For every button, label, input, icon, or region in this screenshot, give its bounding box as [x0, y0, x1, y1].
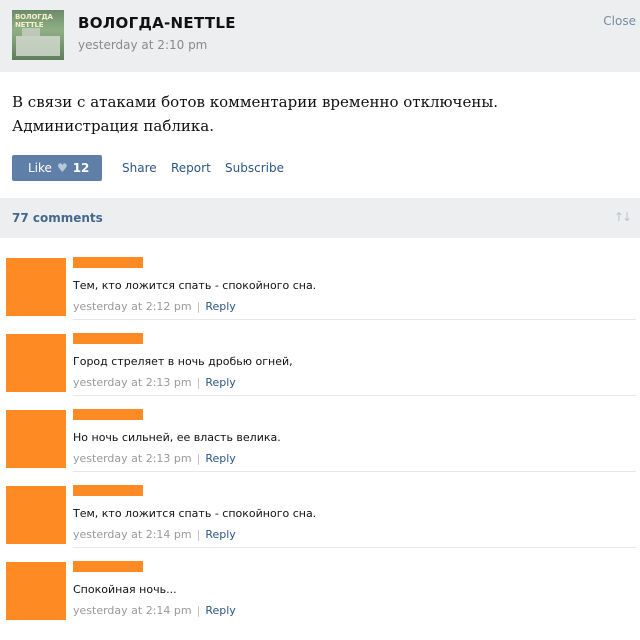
close-button[interactable]: Close [603, 14, 636, 28]
subscribe-link[interactable]: Subscribe [225, 161, 284, 175]
share-link[interactable]: Share [122, 161, 157, 175]
redacted-avatar[interactable] [6, 258, 66, 316]
reply-link[interactable]: Reply [205, 376, 235, 389]
meta-separator: | [196, 376, 201, 389]
comment-text: Город стреляет в ночь дробью огней, [73, 355, 293, 368]
comment-time[interactable]: yesterday at 2:13 pm [73, 452, 192, 465]
post-header: ВОЛОГДА NETTLE ВОЛОГДА-NETTLE yesterday … [0, 0, 640, 72]
like-button[interactable]: Like ♥ 12 [12, 155, 102, 181]
comment-item: Тем, кто ложится спать - спокойного сна.… [0, 244, 640, 320]
post-time[interactable]: yesterday at 2:10 pm [78, 38, 207, 52]
group-avatar[interactable]: ВОЛОГДА NETTLE [12, 10, 64, 60]
reply-link[interactable]: Reply [205, 528, 235, 541]
like-count: 12 [72, 161, 90, 175]
redacted-avatar[interactable] [6, 410, 66, 468]
comment-time[interactable]: yesterday at 2:12 pm [73, 300, 192, 313]
redacted-avatar[interactable] [6, 562, 66, 620]
comment-meta: yesterday at 2:14 pm | Reply [73, 528, 236, 541]
comment-meta: yesterday at 2:13 pm | Reply [73, 452, 236, 465]
post-text: В связи с атаками ботов комментарии врем… [12, 93, 499, 135]
comment-item: Город стреляет в ночь дробью огней, yest… [0, 320, 640, 396]
meta-separator: | [196, 604, 201, 617]
reply-link[interactable]: Reply [205, 604, 235, 617]
redacted-author-name[interactable] [73, 333, 143, 344]
heart-icon: ♥ [56, 161, 68, 175]
redacted-author-name[interactable] [73, 409, 143, 420]
redacted-avatar[interactable] [6, 334, 66, 392]
comment-time[interactable]: yesterday at 2:13 pm [73, 376, 192, 389]
comment-meta: yesterday at 2:13 pm | Reply [73, 376, 236, 389]
meta-separator: | [196, 452, 201, 465]
like-label: Like [28, 161, 52, 175]
redacted-avatar[interactable] [6, 486, 66, 544]
comment-text: Спокойная ночь... [73, 583, 177, 596]
comment-text: Но ночь сильней, ее власть велика. [73, 431, 281, 444]
avatar-logo-text: ВОЛОГДА NETTLE [15, 13, 53, 29]
redacted-author-name[interactable] [73, 257, 143, 268]
reply-link[interactable]: Reply [205, 300, 235, 313]
comment-text: Тем, кто ложится спать - спокойного сна. [73, 279, 317, 292]
comments-bar: 77 comments ↑↓ [0, 198, 640, 238]
meta-separator: | [196, 300, 201, 313]
comments-count[interactable]: 77 comments [12, 211, 103, 225]
comment-time[interactable]: yesterday at 2:14 pm [73, 528, 192, 541]
group-name[interactable]: ВОЛОГДА-NETTLE [78, 14, 236, 32]
sort-icon[interactable]: ↑↓ [614, 210, 632, 224]
comment-text: Тем, кто ложится спать - спокойного сна. [73, 507, 317, 520]
comment-item: Спокойная ночь... yesterday at 2:14 pm | R… [0, 548, 640, 624]
comment-time[interactable]: yesterday at 2:14 pm [73, 604, 192, 617]
report-link[interactable]: Report [171, 161, 211, 175]
meta-separator: | [196, 528, 201, 541]
redacted-author-name[interactable] [73, 561, 143, 572]
avatar-building-image [16, 28, 60, 56]
comment-meta: yesterday at 2:14 pm | Reply [73, 604, 236, 617]
reply-link[interactable]: Reply [205, 452, 235, 465]
comment-item: Но ночь сильней, ее власть велика. yeste… [0, 396, 640, 472]
redacted-author-name[interactable] [73, 485, 143, 496]
comment-meta: yesterday at 2:12 pm | Reply [73, 300, 236, 313]
comment-item: Тем, кто ложится спать - спокойного сна.… [0, 472, 640, 548]
